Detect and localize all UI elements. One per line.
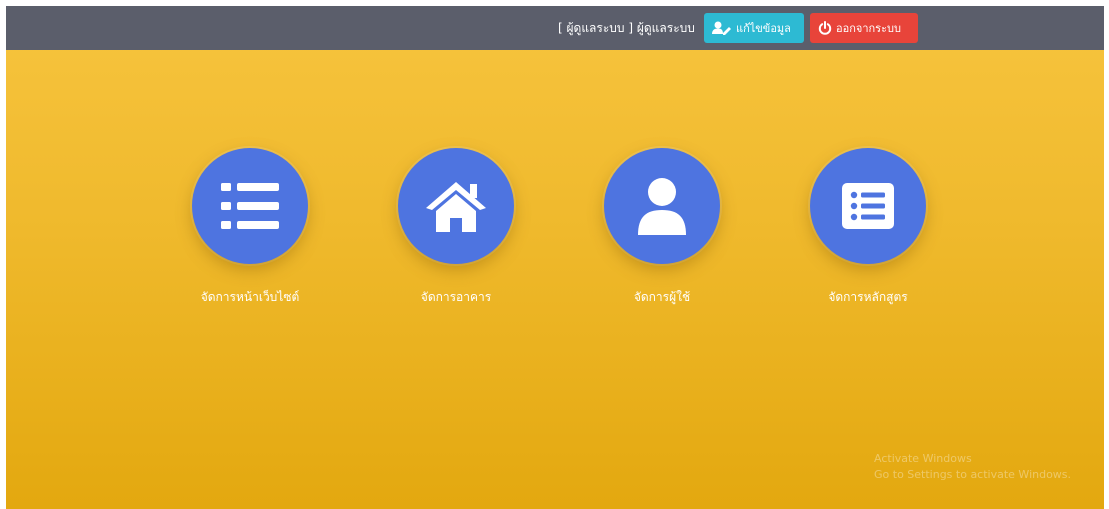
logout-button[interactable]: ออกจากระบบ [810, 13, 918, 43]
user-icon [638, 178, 686, 235]
edit-profile-button[interactable]: แก้ไขข้อมูล [704, 13, 804, 43]
user-edit-icon [712, 21, 731, 35]
page-frame: [ ผู้ดูแลระบบ ] ผู้ดูแลระบบ แก้ไขข้อมูล … [6, 6, 1104, 509]
top-navbar: [ ผู้ดูแลระบบ ] ผู้ดูแลระบบ แก้ไขข้อมูล … [6, 6, 1104, 50]
windows-activation-watermark: Activate Windows Go to Settings to activ… [874, 451, 1071, 483]
watermark-line-1: Activate Windows [874, 452, 972, 465]
watermark-line-2: Go to Settings to activate Windows. [874, 468, 1072, 481]
manage-courses-circle[interactable] [810, 148, 926, 264]
home-icon [426, 182, 486, 232]
power-icon [818, 21, 832, 35]
manage-website-menu-item[interactable]: จัดการหน้าเว็บไซต์ [160, 148, 340, 308]
manage-building-circle[interactable] [398, 148, 514, 264]
manage-users-circle[interactable] [604, 148, 720, 264]
menu-label: จัดการหน้าเว็บไซต์ [200, 290, 300, 304]
manage-website-circle[interactable] [192, 148, 308, 264]
list-alt-icon [842, 183, 894, 229]
list-icon [221, 183, 279, 229]
logout-label: ออกจากระบบ [836, 22, 901, 35]
edit-profile-label: แก้ไขข้อมูล [736, 22, 791, 35]
menu-label: จัดการผู้ใช้ [633, 290, 691, 304]
current-user-label: [ ผู้ดูแลระบบ ] ผู้ดูแลระบบ [558, 21, 695, 35]
menu-label: จัดการอาคาร [420, 290, 492, 304]
manage-building-menu-item[interactable]: จัดการอาคาร [366, 148, 546, 308]
manage-courses-menu-item[interactable]: จัดการหลักสูตร [778, 148, 958, 308]
manage-users-menu-item[interactable]: จัดการผู้ใช้ [572, 148, 752, 308]
menu-label: จัดการหลักสูตร [828, 290, 908, 304]
